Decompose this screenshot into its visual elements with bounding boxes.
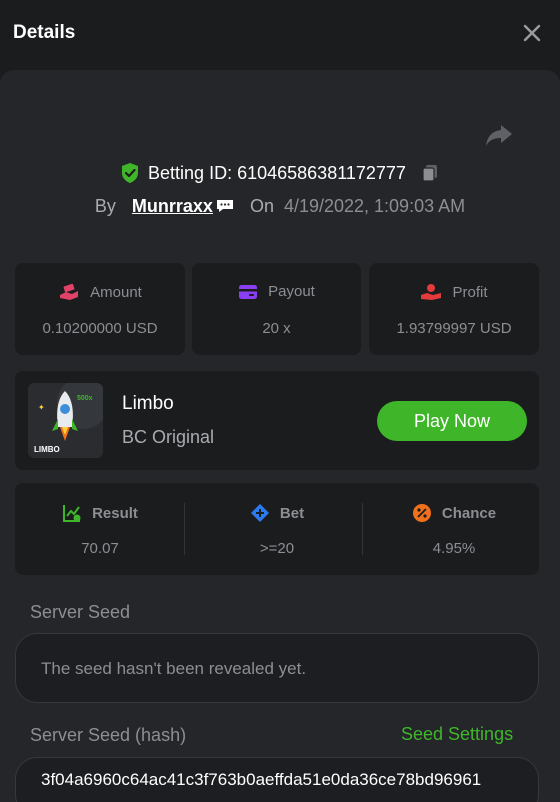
bet-column: Bet >=20 [192,483,362,575]
shield-check-icon [122,163,139,183]
page-title: Details [13,22,76,43]
game-card: LIMBO 500x ✦ Limbo BC Original Play Now [15,371,539,470]
profit-value: 1.93799997 USD [396,320,512,337]
betting-id-row: Betting ID: 61046586381172777 [0,160,560,186]
copy-icon[interactable] [420,163,440,183]
details-header: Details [0,0,560,70]
result-label: Result [92,504,138,522]
betting-id: Betting ID: 61046586381172777 [148,163,406,184]
thumb-badge: 500x [77,395,93,402]
svg-text:✦: ✦ [38,403,45,412]
by-label: By [94,195,116,216]
percent-icon [412,504,431,522]
bet-label: Bet [279,504,305,522]
close-icon[interactable] [520,21,544,45]
username-link[interactable]: Munrraxx [132,196,234,217]
chance-column: Chance 4.95% [369,483,539,575]
chance-value: 4.95% [432,540,476,557]
amount-value: 0.10200000 USD [42,320,158,337]
details-panel: Betting ID: 61046586381172777 By Munrrax… [0,70,560,802]
tag-icon [250,504,269,522]
betting-id-label: Betting ID: [148,162,233,183]
chart-check-icon [63,505,81,522]
seed-settings-link[interactable]: Seed Settings [401,724,513,745]
server-seed-hash-value: 3f04a6960c64ac41c3f763b0aeffda51e0da36ce… [41,770,482,789]
divider [184,503,185,555]
thumb-title: LIMBO [34,445,60,454]
username: Munrraxx [131,195,213,216]
server-seed-hash-label: Server Seed (hash) [30,725,187,745]
bet-author-row: By Munrraxx On 4/19/2022, 1:09:03 AM [0,194,560,218]
game-subtitle: BC Original [122,427,215,447]
payout-value: 20 x [262,320,291,337]
result-value: 70.07 [81,540,119,557]
bet-date: 4/19/2022, 1:09:03 AM [283,195,466,216]
betting-id-value: 61046586381172777 [237,162,406,183]
payout-label: Payout [268,283,315,300]
amount-label: Amount [90,283,142,301]
bet-value: >=20 [259,540,295,557]
amount-card: Amount 0.10200000 USD [15,263,185,355]
profit-card: Profit 1.93799997 USD [369,263,539,355]
divider [362,503,363,555]
limbo-thumbnail[interactable]: LIMBO 500x ✦ [28,383,103,458]
money-hand-icon [60,283,79,300]
game-name[interactable]: Limbo [122,393,174,415]
chance-label: Chance [441,504,497,522]
play-now-button[interactable]: Play Now [377,401,527,441]
on-label: On [249,195,274,216]
result-column: Result 70.07 [15,483,185,575]
server-seed-hash-box[interactable]: 3f04a6960c64ac41c3f763b0aeffda51e0da36ce… [15,757,539,802]
share-icon[interactable] [484,122,514,148]
wallet-icon [239,284,258,299]
profit-label: Profit [452,283,488,301]
server-seed-label: Server Seed [30,602,131,622]
result-card: Result 70.07 Bet >=20 Chance 4.95% [15,483,539,575]
coin-hand-icon [421,284,442,300]
payout-card: Payout 20 x [192,263,361,355]
server-seed-message: The seed hasn't been revealed yet. [41,659,307,678]
server-seed-box: The seed hasn't been revealed yet. [15,633,539,703]
chat-icon [216,200,233,212]
